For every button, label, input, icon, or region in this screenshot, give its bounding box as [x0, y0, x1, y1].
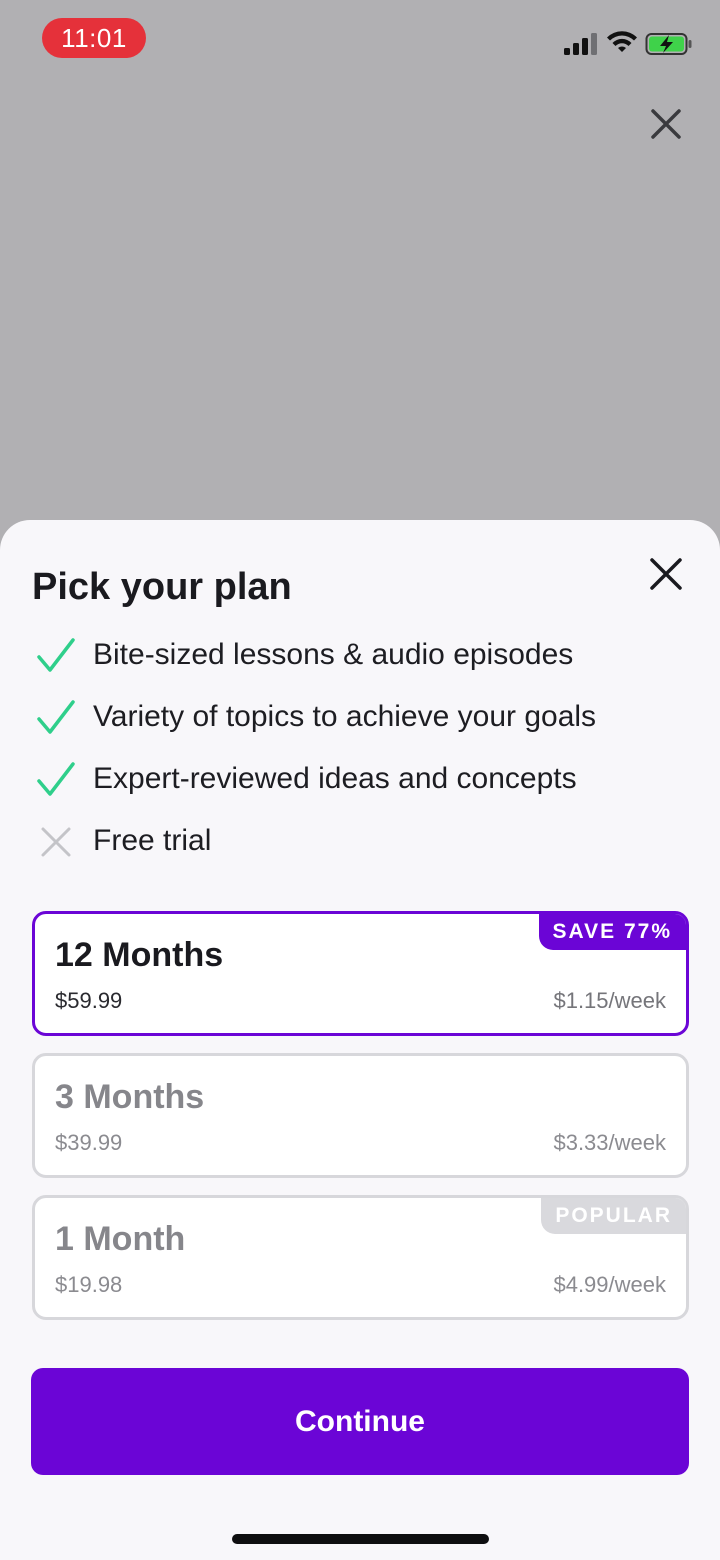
plan-option-1-month[interactable]: POPULAR 1 Month $19.98 $4.99/week: [32, 1195, 689, 1320]
plan-weekly-price: $4.99/week: [553, 1272, 666, 1297]
signal-icon: [564, 33, 597, 55]
feature-label: Bite-sized lessons & audio episodes: [93, 638, 574, 671]
plan-price: $39.99: [55, 1130, 123, 1155]
plan-name: 3 Months: [55, 1078, 205, 1116]
plan-name: 12 Months: [55, 936, 224, 974]
sheet-close-icon[interactable]: [644, 552, 688, 596]
status-bar: 11:01: [0, 0, 720, 80]
wifi-icon: [607, 31, 637, 52]
continue-button[interactable]: Continue: [31, 1368, 689, 1475]
page-title: Pick your plan: [32, 566, 292, 608]
plan-option-3-months[interactable]: 3 Months $39.99 $3.33/week: [32, 1053, 689, 1178]
plan-name: 1 Month: [55, 1220, 186, 1258]
plan-weekly-price: $1.15/week: [553, 988, 666, 1013]
feature-label: Free trial: [93, 824, 212, 857]
feature-item: Free trial: [32, 820, 692, 870]
status-time: 11:01: [42, 18, 146, 58]
close-icon[interactable]: [644, 102, 688, 146]
home-indicator[interactable]: [232, 1534, 489, 1544]
popular-badge: POPULAR: [541, 1198, 686, 1234]
plan-weekly-price: $3.33/week: [553, 1130, 666, 1155]
check-icon: [37, 638, 75, 672]
feature-label: Variety of topics to achieve your goals: [93, 700, 597, 733]
save-badge: SAVE 77%: [538, 914, 686, 950]
feature-item: Variety of topics to achieve your goals: [32, 696, 692, 746]
check-icon: [37, 700, 75, 734]
plan-option-12-months[interactable]: SAVE 77% 12 Months $59.99 $1.15/week: [32, 911, 689, 1036]
feature-item: Bite-sized lessons & audio episodes: [32, 634, 692, 684]
plan-price: $59.99: [55, 988, 123, 1013]
plan-picker-sheet: Pick your plan Bite-sized lessons & audi…: [0, 520, 720, 1560]
feature-item: Expert-reviewed ideas and concepts: [32, 758, 692, 808]
battery-charging-icon: [645, 33, 692, 55]
cross-icon: [41, 827, 71, 857]
check-icon: [37, 762, 75, 796]
plan-price: $19.98: [55, 1272, 123, 1297]
feature-label: Expert-reviewed ideas and concepts: [93, 762, 577, 795]
